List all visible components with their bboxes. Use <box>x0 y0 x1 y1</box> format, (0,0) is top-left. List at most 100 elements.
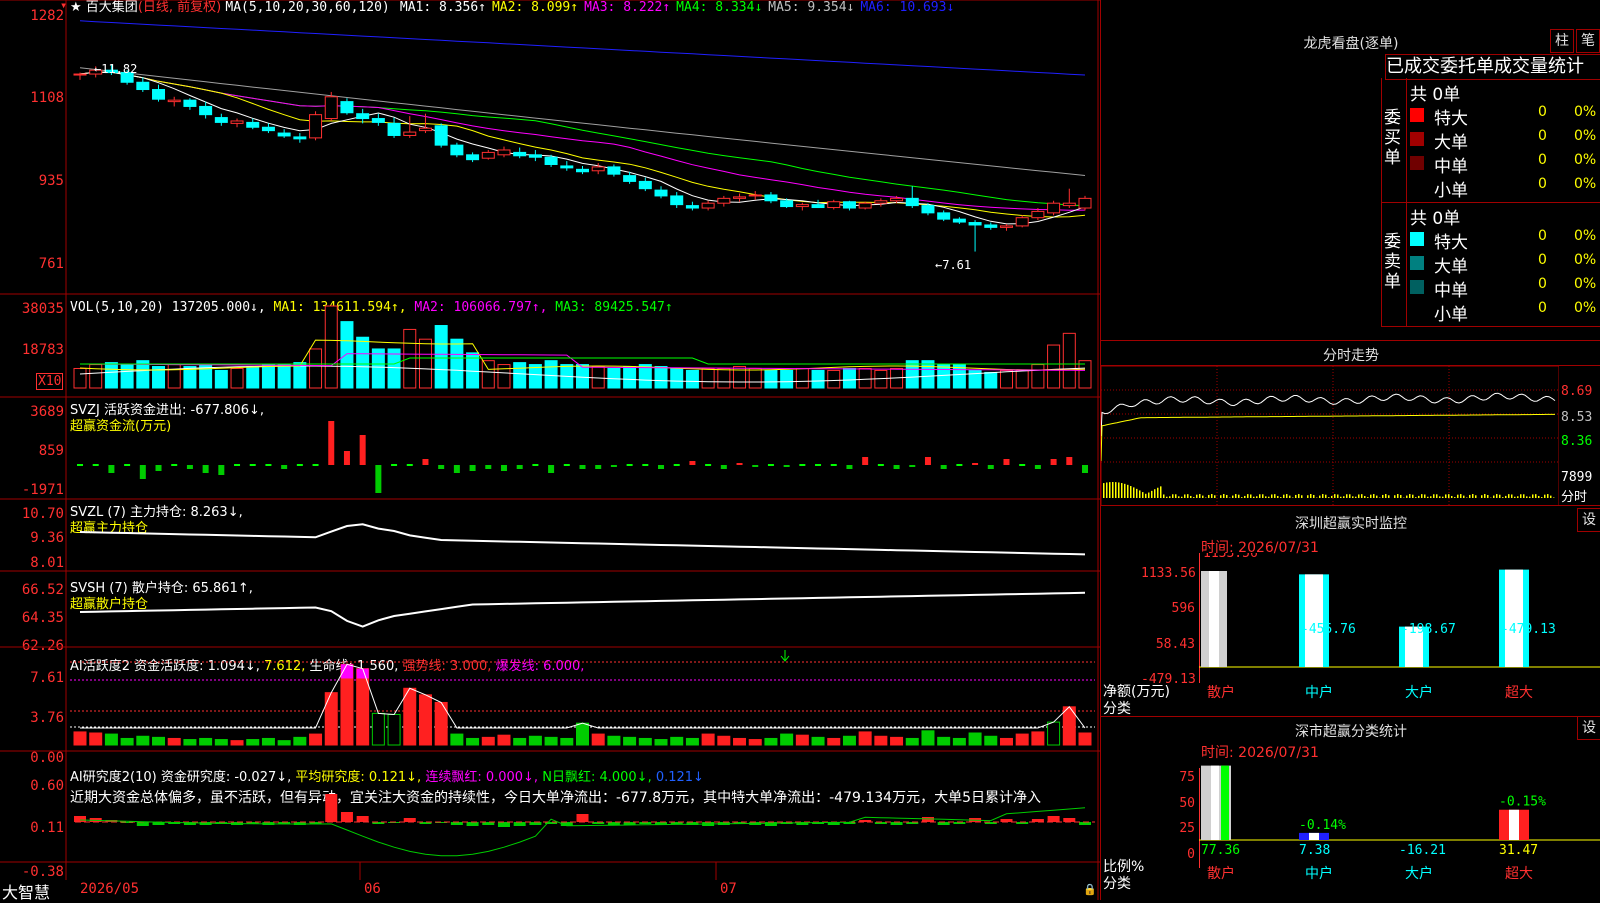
ai1-bar <box>262 738 274 745</box>
svzj-dash <box>956 464 962 466</box>
row-pct: 0% <box>1574 152 1596 168</box>
ai1-bar <box>529 736 541 745</box>
intraday-volume-bar <box>1421 494 1423 498</box>
svzj-dash <box>234 464 240 466</box>
intraday-volume-bar <box>1172 494 1174 498</box>
dragon-row: 小单00% <box>1410 300 1600 322</box>
classstat-change-label: +0.35% <box>1201 760 1248 762</box>
candle-body <box>435 126 447 145</box>
volume-bar <box>781 370 793 388</box>
candle-body <box>482 152 494 158</box>
pen-mode-button[interactable]: 笔 <box>1576 29 1600 53</box>
intraday-volume-bar <box>1496 494 1498 498</box>
ai1-bar <box>451 734 463 745</box>
volume-bar <box>404 329 416 388</box>
intraday-volume-bar <box>1142 492 1144 498</box>
ai1-line <box>80 664 1085 728</box>
color-swatch-icon <box>1410 304 1424 318</box>
svzj-bar <box>894 465 900 469</box>
row-pct: 0% <box>1574 276 1596 292</box>
dragon-row: 特大00% <box>1410 104 1600 126</box>
intraday-volume-bar <box>1364 496 1366 498</box>
ai1-bar <box>985 736 997 745</box>
intraday-volume-bar <box>1328 497 1330 498</box>
ai1-bar <box>938 737 950 745</box>
candle-body <box>404 132 416 135</box>
ai1-bar <box>137 736 149 745</box>
intraday-volume-bar <box>1331 496 1333 498</box>
intraday-volume-bar <box>1469 495 1471 498</box>
intraday-volume-bar <box>1520 494 1522 498</box>
intraday-volume-bar <box>1298 494 1300 498</box>
intraday-volume-bar <box>1517 496 1519 498</box>
ai1-bar <box>561 738 573 745</box>
intraday-volume-bar <box>1373 494 1375 498</box>
ai1-bar <box>388 714 400 745</box>
ai1-bar <box>843 736 855 745</box>
row-pct: 0% <box>1574 176 1596 192</box>
color-swatch-icon <box>1410 280 1424 294</box>
classstat-title: 深市超赢分类统计 <box>1251 721 1451 741</box>
intraday-volume-bar <box>1361 494 1363 498</box>
classstat-chart[interactable]: +0.35%77.36散户-0.14%7.38中户-16.21大户-0.15%3… <box>1101 760 1600 900</box>
candle-body <box>262 127 274 130</box>
bar-mode-button[interactable]: 柱 <box>1550 29 1574 53</box>
candle-body <box>718 198 730 203</box>
monitor-settings-button[interactable]: 设 <box>1577 508 1600 532</box>
intraday-volume-bar <box>1136 489 1138 498</box>
svzj-bar <box>438 465 444 469</box>
dragon-row: 大单00% <box>1410 128 1600 150</box>
candle-body <box>765 195 777 201</box>
intraday-volume-bar <box>1163 494 1165 498</box>
svzj-bar <box>108 465 114 473</box>
intraday-volume-bar <box>1337 494 1339 498</box>
candle-body <box>467 155 479 160</box>
ai1-bar <box>184 740 196 745</box>
candle-body <box>655 190 667 196</box>
intraday-volume-bar <box>1220 495 1222 498</box>
ai1-bar <box>153 737 165 745</box>
intraday-volume-bar <box>1223 494 1225 498</box>
classstat-settings-button[interactable]: 设 <box>1577 716 1600 740</box>
candle-body <box>1000 226 1012 227</box>
buy-total: 共 0单 <box>1410 80 1460 105</box>
intraday-volume-bar <box>1460 494 1462 498</box>
chart-canvas[interactable]: ←11.82←7.61 <box>0 0 1100 900</box>
candle-body <box>828 202 840 208</box>
candle-body <box>749 195 761 196</box>
monitor-chart[interactable]: 1133.56散户-455.76中户-198.67大户-479.13超大 <box>1101 553 1600 718</box>
intraday-chart[interactable] <box>1101 366 1559 506</box>
ai1-burst-cap <box>357 669 369 679</box>
intraday-volume-bar <box>1259 494 1261 498</box>
intraday-volume-bar <box>1112 482 1114 498</box>
candle-body <box>891 198 903 200</box>
svzj-bar <box>752 465 758 467</box>
svzj-dash <box>313 464 319 466</box>
monitor-category-label: 散户 <box>1207 684 1235 701</box>
candle-body <box>969 223 981 225</box>
monitor-value-label: 1133.56 <box>1203 553 1258 561</box>
monitor-value-label: -198.67 <box>1401 622 1456 637</box>
intraday-avg-line <box>1101 414 1555 461</box>
row-label: 特大 <box>1434 228 1468 253</box>
candle-body <box>1016 218 1028 226</box>
volume-bar <box>985 372 997 388</box>
dragon-tabs[interactable]: 已成交委托单成交量统计 <box>1385 54 1600 80</box>
svzj-bar <box>187 465 193 469</box>
intraday-volume-bar <box>1547 494 1549 498</box>
candle-body <box>372 119 384 123</box>
buy-block: 委买单 共 0单 特大00%大单00%中单00%小单00% <box>1381 78 1600 203</box>
candle-body <box>357 114 369 119</box>
main-chart-area[interactable]: ▾ ★ 百大集团(日线, 前复权) MA(5,10,20,30,60,120) … <box>0 0 1100 900</box>
intraday-volume-bar <box>1250 494 1252 498</box>
ai1-bar <box>168 738 180 745</box>
ai1-bar <box>514 738 526 745</box>
candle-body <box>74 74 86 75</box>
intraday-volume-bar <box>1175 494 1177 498</box>
intraday-volume-bar <box>1103 483 1105 498</box>
svzj-bar <box>140 465 146 479</box>
svzj-bar <box>595 465 601 469</box>
intraday-volume-bar <box>1343 496 1345 498</box>
candle-body <box>671 196 683 205</box>
color-swatch-icon <box>1410 132 1424 146</box>
